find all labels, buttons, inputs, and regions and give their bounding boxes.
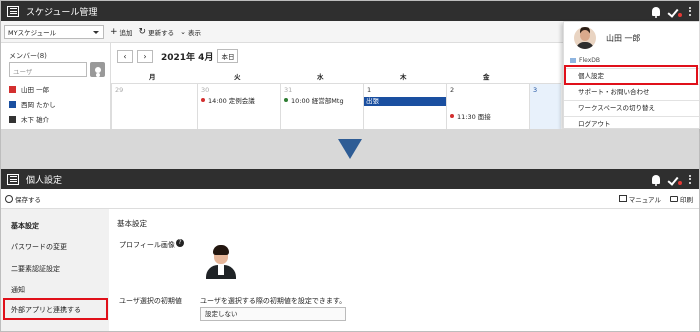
prev-month-button[interactable]: ‹ — [117, 49, 133, 63]
sidebar-item-password[interactable]: パスワードの変更 — [11, 242, 67, 252]
day-cell[interactable]: 1 出張 — [363, 83, 529, 129]
weekday-label: 金 — [483, 73, 490, 81]
plus-icon: + — [110, 26, 118, 37]
member-color-swatch — [9, 115, 16, 123]
menu-item-logout[interactable]: ログアウト — [564, 116, 699, 130]
avatar — [574, 27, 596, 49]
dropdown-user: 山田 一郎 — [574, 27, 641, 49]
weekday-label: 木 — [400, 73, 407, 81]
calendar: ‹ › 2021年 4月 本日 月 火 水 木 金 29 30 14:00 定例… — [111, 43, 700, 129]
next-month-button[interactable]: › — [137, 49, 153, 63]
member-panel: メンバー(8) ユーザ 山田 一郎 西岡 たかし 木下 雄介 — [1, 43, 111, 129]
save-icon — [5, 195, 13, 203]
save-button[interactable]: 保存する — [15, 194, 41, 204]
printer-icon — [670, 196, 678, 202]
event-dot — [450, 114, 454, 118]
user-select-button[interactable] — [90, 62, 105, 77]
today-button[interactable]: 本日 — [217, 49, 239, 63]
member-header: メンバー(8) — [9, 52, 47, 60]
flexdb-link[interactable]: FlexDB — [570, 57, 600, 64]
print-button[interactable]: 印刷 — [670, 194, 693, 204]
menu-icon[interactable] — [7, 173, 19, 185]
menu-item-support[interactable]: サポート・お問い合わせ — [564, 84, 699, 98]
step-divider — [1, 129, 699, 169]
order-description: ユーザを選択する際の初期値を設定できます。 — [200, 297, 347, 305]
sidebar-item-2fa[interactable]: 二要素認証設定 — [11, 264, 60, 274]
member-item[interactable]: 西岡 たかし — [9, 99, 56, 109]
down-arrow-icon — [338, 139, 362, 159]
page-title: 個人設定 — [26, 175, 63, 186]
display-button[interactable]: ⌄ 表示 — [180, 27, 201, 37]
settings-toolbar: 保存する マニュアル 印刷 — [1, 190, 699, 209]
app-titlebar: スケジュール管理 — [1, 1, 699, 21]
day-cell[interactable]: 2 11:30 面接 — [446, 83, 529, 129]
refresh-button[interactable]: ↻ 更新する — [139, 27, 175, 37]
weekday-label: 火 — [234, 73, 241, 81]
sidebar-item-basic[interactable]: 基本設定 — [11, 221, 39, 231]
check-icon[interactable] — [669, 174, 682, 185]
member-item[interactable]: 山田 一郎 — [9, 84, 49, 94]
event-item[interactable]: 11:30 面接 — [450, 111, 491, 121]
profile-image[interactable] — [203, 241, 239, 279]
composite-screenshot: スケジュール管理 MYスケジュール + 追加 ↻ 更新する ⌄ 表示 メンバー(8) … — [0, 0, 700, 332]
bell-icon[interactable] — [652, 6, 660, 18]
menu-icon[interactable] — [7, 5, 19, 17]
member-item[interactable]: 木下 雄介 — [9, 114, 49, 124]
book-icon — [618, 195, 627, 202]
manual-button[interactable]: マニュアル — [618, 194, 661, 204]
folder-icon — [570, 58, 576, 63]
app-titlebar: 個人設定 — [1, 169, 699, 189]
bell-icon[interactable] — [652, 174, 660, 186]
day-cell[interactable]: 29 — [111, 83, 197, 129]
event-item[interactable]: 14:00 定例会議 — [201, 95, 255, 105]
refresh-icon: ↻ — [138, 26, 147, 37]
section-heading: 基本設定 — [117, 219, 147, 228]
month-label: 2021年 4月 — [161, 52, 214, 63]
profile-image-label: プロフィール画像 — [119, 241, 175, 249]
view-select[interactable]: MYスケジュール — [4, 24, 104, 39]
sidebar-item-notifications[interactable]: 通知 — [11, 285, 25, 295]
highlight-box — [564, 65, 698, 85]
chevron-down-icon: ⌄ — [180, 27, 186, 36]
help-icon[interactable]: ? — [176, 239, 184, 247]
menu-item-switch-workspace[interactable]: ワークスペースの切り替え — [564, 100, 699, 114]
day-cell[interactable]: 3 — [529, 83, 561, 129]
member-color-swatch — [9, 85, 16, 93]
day-cell[interactable]: 30 14:00 定例会議 — [197, 83, 280, 129]
order-select[interactable]: 設定しない — [200, 307, 346, 321]
order-label: ユーザ選択の初期値 — [119, 297, 182, 305]
more-icon[interactable] — [689, 174, 691, 184]
event-item[interactable]: 10:00 経営部Mtg — [284, 95, 344, 105]
more-icon[interactable] — [689, 6, 691, 16]
settings-main: 基本設定 プロフィール画像 ? ユーザ選択の初期値 ユーザを選択する際の初期値を… — [109, 209, 699, 331]
member-color-swatch — [9, 100, 16, 108]
weekday-label: 水 — [317, 73, 324, 81]
check-icon[interactable] — [669, 6, 682, 17]
add-button[interactable]: + 追加 — [110, 27, 133, 37]
member-search-input[interactable]: ユーザ — [9, 62, 87, 77]
weekday-label: 月 — [149, 73, 156, 81]
highlight-box — [3, 298, 108, 320]
event-dot — [284, 98, 288, 102]
user-icon — [94, 66, 101, 73]
page-title: スケジュール管理 — [26, 7, 98, 18]
day-cell[interactable]: 31 10:00 経営部Mtg — [280, 83, 363, 129]
event-dot — [201, 98, 205, 102]
